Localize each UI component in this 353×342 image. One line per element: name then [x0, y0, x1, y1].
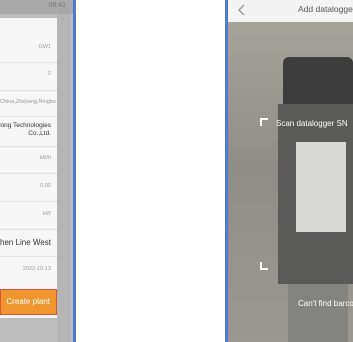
panel-edge: [73, 0, 76, 342]
capacity-value[interactable]: 0: [0, 71, 57, 77]
header-bar: Add datalogger: [228, 0, 353, 22]
background-strip: [57, 14, 71, 342]
product-image-base: [288, 284, 348, 342]
back-arrow-icon[interactable]: [237, 4, 247, 16]
divider: [0, 90, 57, 91]
price-value[interactable]: 0.00: [0, 183, 57, 189]
location-value[interactable]: China,Zhejiang,Ningbo: [0, 99, 57, 105]
frame-corner-top-left: [260, 118, 268, 126]
divider: [0, 229, 57, 230]
cant-find-barcode-link[interactable]: Can't find barcode?: [298, 299, 353, 308]
divider: [0, 62, 57, 63]
create-plant-button[interactable]: Create plant: [0, 289, 57, 315]
power-unit-value[interactable]: kW: [0, 211, 57, 217]
left-phone-screen: 08:41 GW1 0 China,Zhejiang,Ningbo Ningbo…: [0, 0, 76, 342]
date-value[interactable]: 2022-10-13: [0, 266, 57, 272]
divider: [0, 256, 57, 257]
unit-value[interactable]: kWh: [0, 155, 57, 161]
divider: [0, 173, 57, 174]
company-value[interactable]: Ningbo Ginlong Technologies Co.,Ltd.: [0, 122, 57, 138]
divider: [0, 116, 57, 117]
divider: [0, 146, 57, 147]
frame-corner-bottom-left: [260, 262, 268, 270]
plant-name-value[interactable]: GW1: [0, 44, 57, 50]
divider: [0, 201, 57, 202]
scan-frame: [260, 118, 353, 270]
product-image-cap: [283, 57, 353, 107]
plant-info-card: GW1 0 China,Zhejiang,Ningbo Ningbo Ginlo…: [0, 18, 57, 318]
status-bar: 08:41: [0, 0, 76, 14]
panel-edge: [225, 0, 228, 342]
status-time: 08:41: [48, 2, 66, 9]
page-title: Add datalogger: [298, 4, 353, 14]
address-value[interactable]: Ninghai Zhen Line West: [0, 238, 57, 247]
